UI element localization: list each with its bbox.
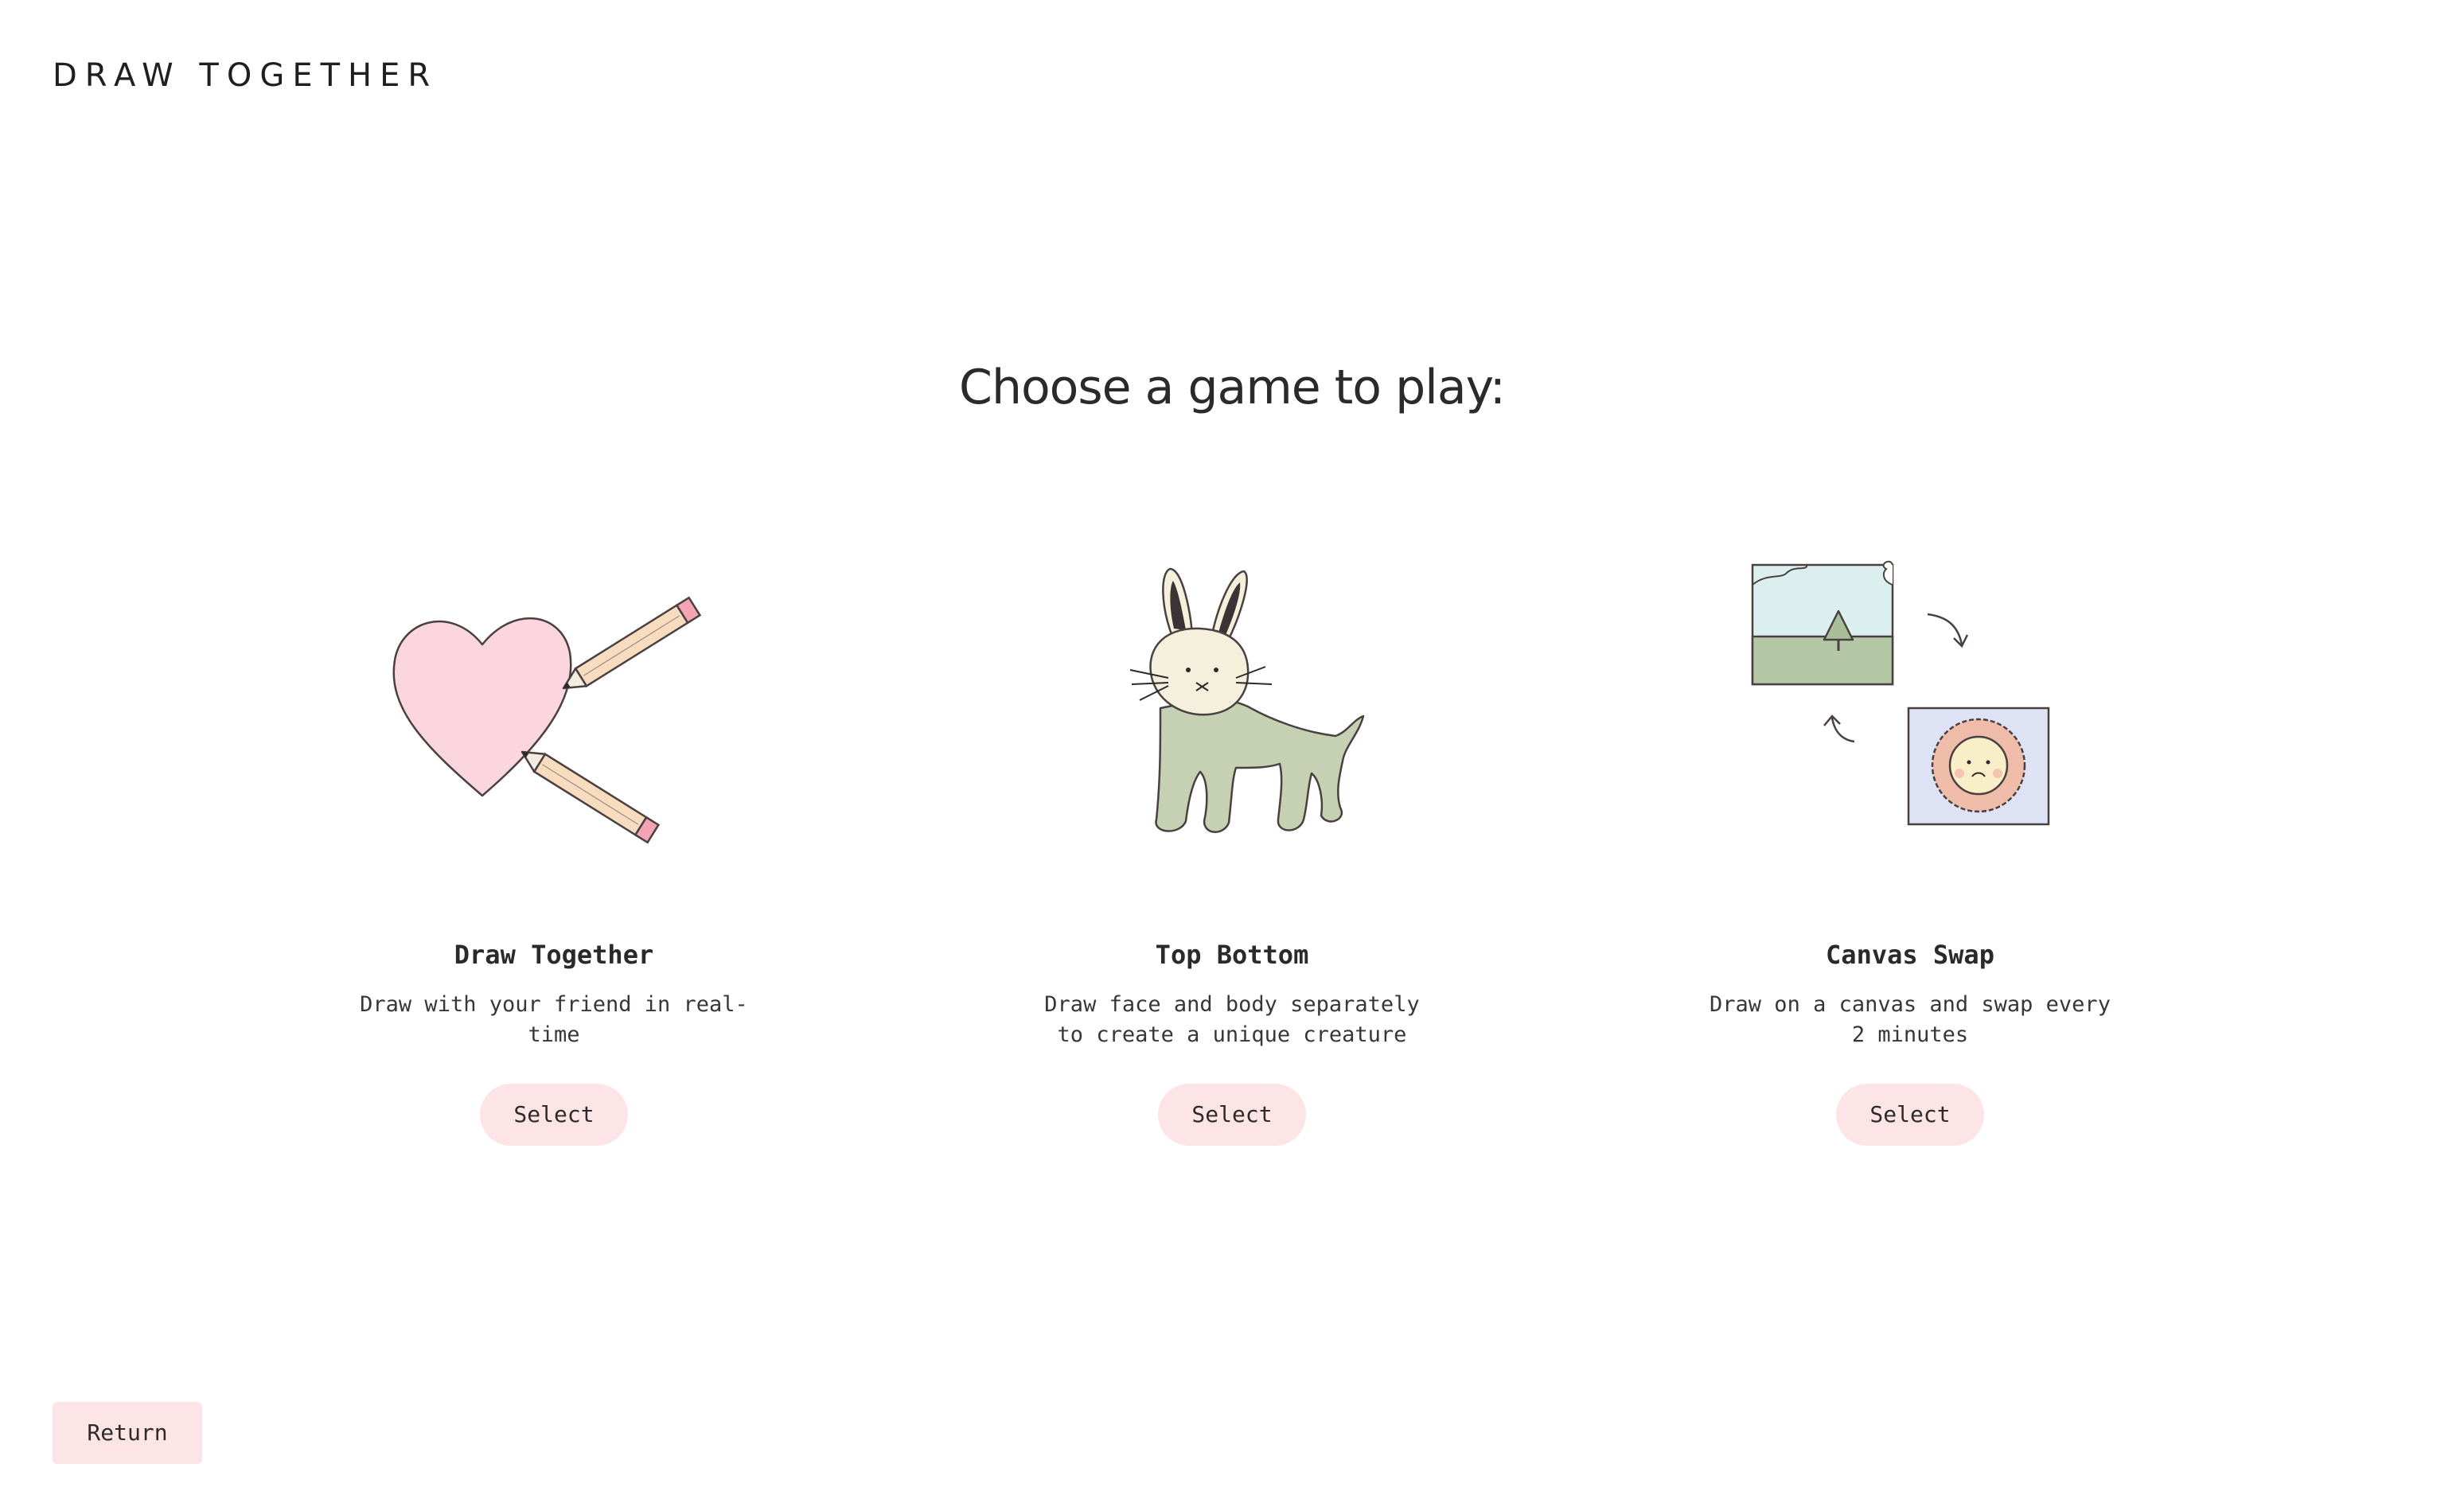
- select-draw-together-button[interactable]: Select: [480, 1084, 628, 1146]
- app-logo[interactable]: DRAW TOGETHER: [53, 57, 438, 94]
- page-title: Choose a game to play:: [959, 360, 1506, 415]
- canvas-swap-icon: [1751, 560, 2050, 826]
- game-title: Canvas Swap: [1826, 940, 1994, 970]
- game-card-canvas-swap: Canvas Swap Draw on a canvas and swap ev…: [1639, 541, 2181, 1146]
- game-description: Draw face and body separately to create …: [1044, 992, 1420, 1047]
- game-card-draw-together: Draw Together Draw with your friend in r…: [283, 541, 825, 1146]
- select-top-bottom-button[interactable]: Select: [1158, 1084, 1306, 1146]
- bunny-creature-icon: [1129, 567, 1365, 833]
- game-description: Draw with your friend in real-time: [360, 992, 748, 1047]
- game-title: Top Bottom: [1155, 940, 1309, 970]
- game-description: Draw on a canvas and swap every 2 minute…: [1710, 992, 2111, 1047]
- heart-with-pencils-icon: [392, 596, 702, 844]
- return-button[interactable]: Return: [53, 1402, 202, 1464]
- select-canvas-swap-button[interactable]: Select: [1836, 1084, 1984, 1146]
- game-card-top-bottom: Top Bottom Draw face and body separately…: [961, 541, 1503, 1146]
- game-title: Draw Together: [454, 940, 654, 970]
